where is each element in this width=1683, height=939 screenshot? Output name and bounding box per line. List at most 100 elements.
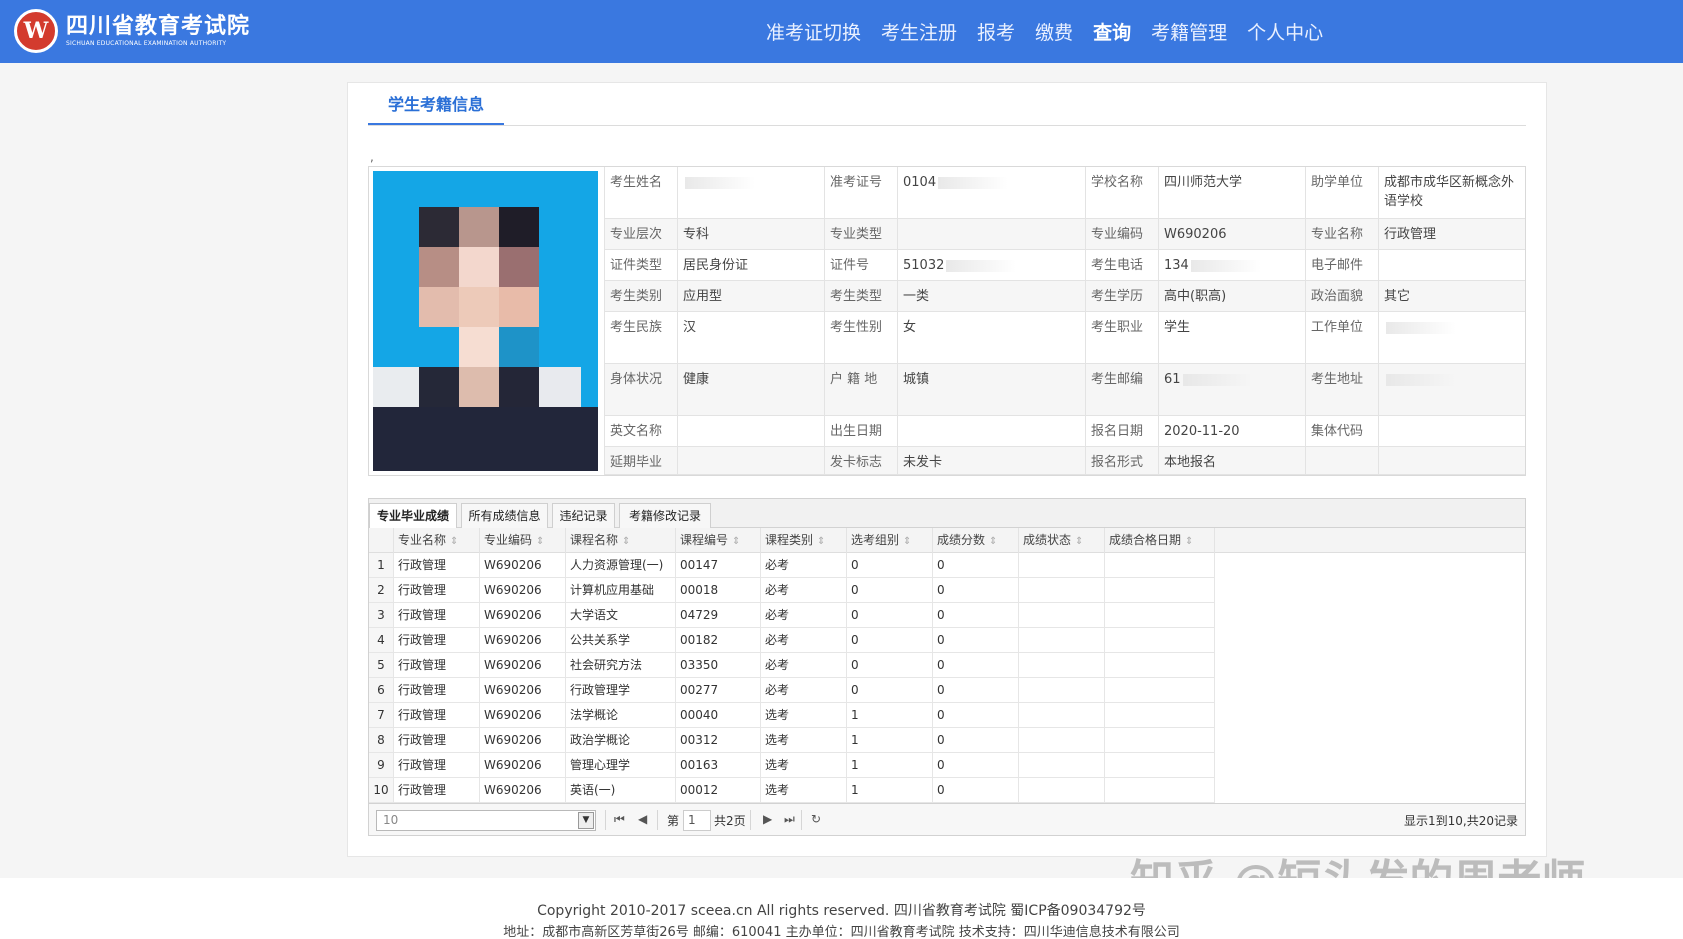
- table-row[interactable]: 9 行政管理 W690206 管理心理学 00163 选考 1 0: [369, 753, 1525, 778]
- tab-student-record[interactable]: 学生考籍信息: [368, 91, 504, 125]
- table-cell: [1019, 553, 1105, 578]
- table-cell: 03350: [676, 653, 761, 678]
- student-photo: [373, 171, 598, 471]
- nav-item-1[interactable]: 考生注册: [881, 18, 957, 45]
- table-cell: 0: [847, 578, 933, 603]
- table-cell: 1: [847, 753, 933, 778]
- grades-tab-0[interactable]: 专业毕业成绩: [369, 503, 457, 529]
- table-row[interactable]: 2 行政管理 W690206 计算机应用基础 00018 必考 0 0: [369, 578, 1525, 603]
- table-cell: 行政管理: [394, 703, 480, 728]
- table-row[interactable]: 7 行政管理 W690206 法学概论 00040 选考 1 0: [369, 703, 1525, 728]
- column-header[interactable]: 成绩合格日期 ⇕: [1105, 528, 1215, 553]
- nav-item-5[interactable]: 考籍管理: [1151, 18, 1227, 45]
- info-value: [1378, 447, 1525, 475]
- sort-icon[interactable]: ⇕: [1075, 536, 1083, 547]
- table-cell: 1: [847, 728, 933, 753]
- nav-item-6[interactable]: 个人中心: [1247, 18, 1323, 45]
- info-value: [677, 167, 824, 219]
- table-row[interactable]: 6 行政管理 W690206 行政管理学 00277 必考 0 0: [369, 678, 1525, 703]
- table-cell: [1105, 753, 1215, 778]
- nav-item-2[interactable]: 报考: [977, 18, 1015, 45]
- nav-item-4[interactable]: 查询: [1093, 18, 1131, 45]
- column-header[interactable]: 选考组别 ⇕: [847, 528, 933, 553]
- last-page-icon[interactable]: ⏭: [784, 812, 795, 827]
- pagination-info: 显示1到10,共20记录: [1404, 814, 1518, 828]
- sort-icon[interactable]: ⇕: [622, 536, 630, 547]
- column-header[interactable]: 成绩分数 ⇕: [933, 528, 1019, 553]
- sort-icon[interactable]: ⇕: [732, 536, 740, 547]
- info-value: [1378, 250, 1525, 281]
- table-cell: [1105, 703, 1215, 728]
- sort-icon[interactable]: ⇕: [817, 536, 825, 547]
- info-value: [677, 416, 824, 447]
- table-row[interactable]: 1 行政管理 W690206 人力资源管理(一) 00147 必考 0 0: [369, 553, 1525, 578]
- table-cell: W690206: [480, 578, 566, 603]
- table-cell: 行政管理: [394, 578, 480, 603]
- prev-page-icon[interactable]: ◀: [638, 812, 647, 826]
- table-row[interactable]: 3 行政管理 W690206 大学语文 04729 必考 0 0: [369, 603, 1525, 628]
- refresh-icon[interactable]: ↻: [811, 812, 821, 826]
- page-size-select[interactable]: 10 ▼: [376, 810, 596, 831]
- info-value: 城镇: [897, 364, 1085, 416]
- divider: [605, 810, 606, 830]
- grades-tab-3[interactable]: 考籍修改记录: [619, 503, 711, 528]
- table-row[interactable]: 8 行政管理 W690206 政治学概论 00312 选考 1 0: [369, 728, 1525, 753]
- table-row[interactable]: 4 行政管理 W690206 公共关系学 00182 必考 0 0: [369, 628, 1525, 653]
- info-label: 考生电话: [1085, 250, 1158, 281]
- info-value: 61: [1158, 364, 1305, 416]
- sort-icon[interactable]: ⇕: [903, 536, 911, 547]
- table-cell: 0: [933, 653, 1019, 678]
- info-value: 51032: [897, 250, 1085, 281]
- sort-icon[interactable]: ⇕: [1185, 536, 1193, 547]
- table-cell: 0: [933, 678, 1019, 703]
- nav-item-0[interactable]: 准考证切换: [766, 18, 861, 45]
- footer: Copyright 2010-2017 sceea.cn All rights …: [0, 878, 1683, 939]
- column-header[interactable]: 课程编号 ⇕: [676, 528, 761, 553]
- next-page-icon[interactable]: ▶: [763, 812, 772, 826]
- sort-icon[interactable]: ⇕: [536, 536, 544, 547]
- info-label: 政治面貌: [1305, 281, 1378, 312]
- table-cell: 00147: [676, 553, 761, 578]
- sort-icon[interactable]: ⇕: [989, 536, 997, 547]
- table-cell: 0: [933, 628, 1019, 653]
- table-cell: W690206: [480, 678, 566, 703]
- table-cell: 0: [933, 703, 1019, 728]
- table-row[interactable]: 10 行政管理 W690206 英语(一) 00012 选考 1 0: [369, 778, 1525, 803]
- column-header[interactable]: 成绩状态 ⇕: [1019, 528, 1105, 553]
- table-cell: 00277: [676, 678, 761, 703]
- info-value: 应用型: [677, 281, 824, 312]
- column-header[interactable]: 专业名称 ⇕: [394, 528, 480, 553]
- divider: [750, 810, 751, 830]
- info-label: 专业层次: [604, 219, 677, 250]
- site-logo[interactable]: W 四川省教育考试院 SICHUAN EDUCATIONAL EXAMINATI…: [14, 9, 250, 53]
- column-header[interactable]: 课程名称 ⇕: [566, 528, 676, 553]
- info-label: 集体代码: [1305, 416, 1378, 447]
- redacted-value: [946, 259, 1017, 272]
- table-cell: 政治学概论: [566, 728, 676, 753]
- table-cell: [1105, 603, 1215, 628]
- table-cell: 0: [933, 728, 1019, 753]
- table-cell: [1019, 578, 1105, 603]
- table-cell: [1019, 778, 1105, 803]
- table-row[interactable]: 5 行政管理 W690206 社会研究方法 03350 必考 0 0: [369, 653, 1525, 678]
- table-cell: 行政管理: [394, 653, 480, 678]
- info-value: 健康: [677, 364, 824, 416]
- column-header[interactable]: 课程类别 ⇕: [761, 528, 847, 553]
- table-cell: 必考: [761, 653, 847, 678]
- grades-tab-2[interactable]: 违纪记录: [552, 503, 615, 528]
- table-cell: 法学概论: [566, 703, 676, 728]
- first-page-icon[interactable]: ⏮: [614, 812, 625, 827]
- info-value: 一类: [897, 281, 1085, 312]
- page-number-input[interactable]: 1: [683, 810, 711, 831]
- info-label: 考生性别: [824, 312, 897, 364]
- nav-item-3[interactable]: 缴费: [1035, 18, 1073, 45]
- table-cell: 必考: [761, 603, 847, 628]
- info-value: 汉: [677, 312, 824, 364]
- info-value: 女: [897, 312, 1085, 364]
- sort-icon[interactable]: ⇕: [450, 536, 458, 547]
- chevron-down-icon[interactable]: ▼: [578, 812, 594, 829]
- table-cell: 行政管理: [394, 678, 480, 703]
- grades-tab-1[interactable]: 所有成绩信息: [461, 503, 548, 528]
- table-cell: 00018: [676, 578, 761, 603]
- column-header[interactable]: 专业编码 ⇕: [480, 528, 566, 553]
